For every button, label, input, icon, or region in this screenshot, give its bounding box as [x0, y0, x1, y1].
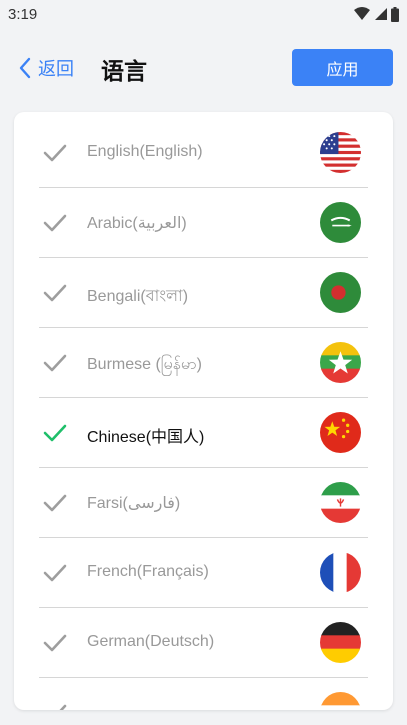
signal-icon	[375, 8, 387, 20]
language-name: French(Français)	[87, 563, 209, 580]
battery-icon	[391, 6, 399, 22]
status-bar: 3:19	[0, 0, 407, 28]
language-name: Chinese(中国人)	[87, 429, 205, 446]
status-time: 3:19	[8, 5, 38, 23]
language-item[interactable]: Bengali(বাংলা)	[14, 258, 393, 328]
back-button[interactable]: 返回	[18, 54, 74, 82]
language-item[interactable]: Arabic(العربية)	[14, 188, 393, 258]
language-name: Arabic(العربية)	[87, 215, 187, 232]
page-title: 语言	[101, 58, 147, 84]
india-flag-icon	[320, 692, 361, 710]
header: 返回 语言 应用	[0, 44, 407, 92]
iran-flag-icon	[320, 482, 361, 523]
checkmark-icon	[43, 634, 67, 652]
language-list: English(English) Arabic(العربية) Bengali(ব…	[14, 118, 393, 710]
language-name: Burmese (မြန်မာ)	[87, 356, 202, 373]
language-card: English(English) Arabic(العربية) Bengali(ব…	[14, 112, 393, 710]
us-flag-icon	[320, 132, 361, 173]
language-item[interactable]: Farsi(فارسی)	[14, 468, 393, 538]
saudi-flag-icon	[320, 202, 361, 243]
language-item[interactable]: German(Deutsch)	[14, 608, 393, 678]
language-item[interactable]	[14, 678, 393, 710]
language-name: Farsi(فارسی)	[87, 495, 181, 512]
language-item[interactable]: Chinese(中国人)	[14, 398, 393, 468]
language-name: English(English)	[87, 143, 203, 160]
checkmark-icon	[43, 564, 67, 582]
checkmark-icon	[43, 214, 67, 232]
bangladesh-flag-icon	[320, 272, 361, 313]
checkmark-icon	[43, 354, 67, 372]
status-icons	[354, 6, 399, 22]
france-flag-icon	[320, 552, 361, 593]
checkmark-icon	[43, 284, 67, 302]
checkmark-icon	[43, 144, 67, 162]
language-item[interactable]: English(English)	[14, 118, 393, 188]
language-name: German(Deutsch)	[87, 633, 215, 650]
language-item[interactable]: Burmese (မြန်မာ)	[14, 328, 393, 398]
myanmar-flag-icon	[320, 342, 361, 383]
back-label: 返回	[38, 59, 74, 79]
checkmark-icon	[43, 494, 67, 512]
germany-flag-icon	[320, 622, 361, 663]
wifi-icon	[354, 7, 370, 20]
language-item[interactable]: French(Français)	[14, 538, 393, 608]
china-flag-icon	[320, 412, 361, 453]
apply-button[interactable]: 应用	[292, 49, 393, 86]
checkmark-icon	[43, 424, 67, 442]
chevron-left-icon	[19, 57, 31, 79]
checkmark-icon	[59, 704, 67, 710]
language-name: Bengali(বাংলা)	[87, 288, 189, 305]
